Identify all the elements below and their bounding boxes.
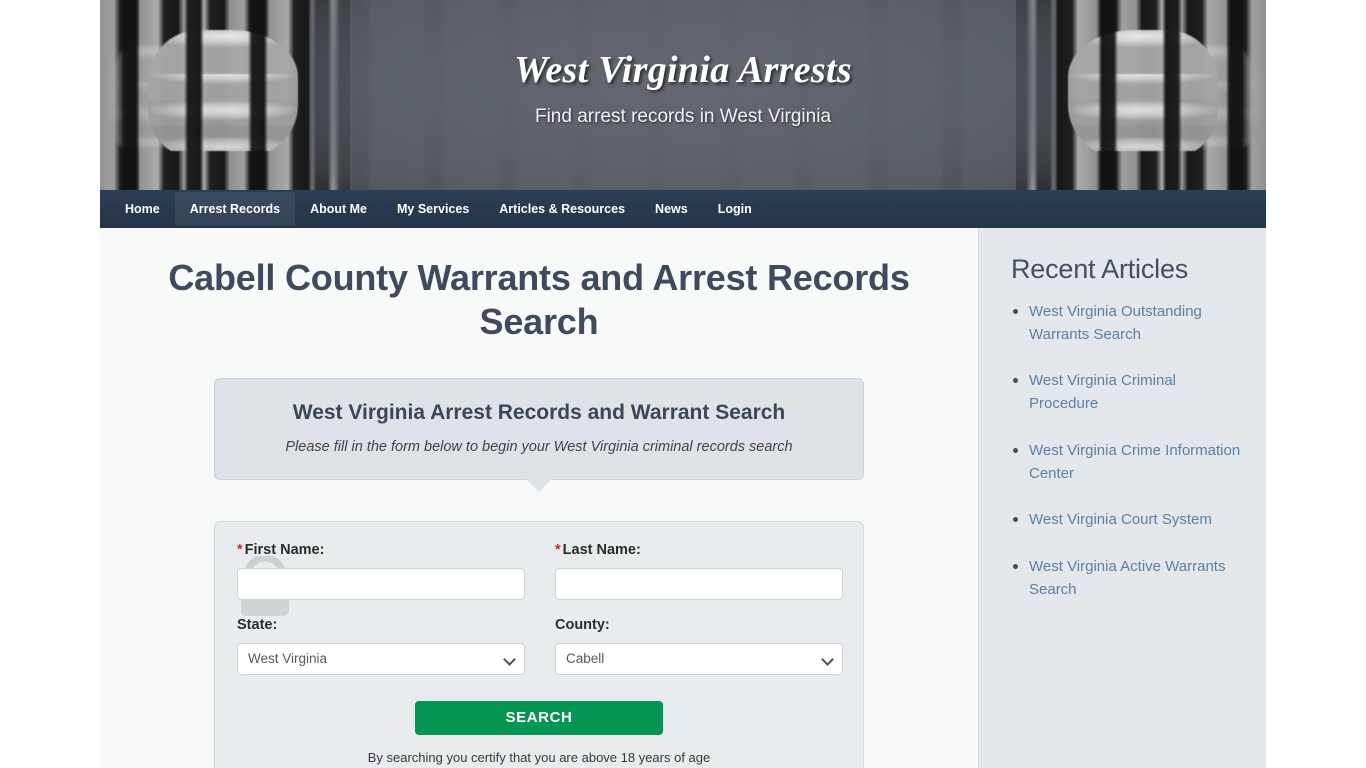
list-item: West Virginia Criminal Procedure: [1011, 370, 1244, 415]
list-item: West Virginia Outstanding Warrants Searc…: [1011, 301, 1244, 346]
search-form-panel: * First Name: * Last Name: State: West V…: [214, 520, 864, 768]
site-tagline: Find arrest records in West Virginia: [534, 106, 832, 127]
masthead-content: West Virginia Arrests Find arrest record…: [100, 0, 1266, 190]
search-button[interactable]: SEARCH: [415, 700, 663, 735]
site-title: West Virginia Arrests: [514, 49, 852, 91]
first-name-label-text: First Name:: [244, 541, 325, 558]
list-item: West Virginia Court System: [1011, 509, 1244, 532]
sidebar-article-link-3[interactable]: West Virginia Crime Information Center: [1029, 442, 1240, 482]
sidebar-title: Recent Articles: [1011, 254, 1189, 284]
sidebar: Recent Articles West Virginia Outstandin…: [978, 228, 1266, 768]
required-star-last-name: *: [555, 541, 561, 558]
nav-item-arrest-records[interactable]: Arrest Records: [174, 192, 296, 226]
callout-wrapper: West Virginia Arrest Records and Warrant…: [214, 377, 864, 493]
list-item: West Virginia Crime Information Center: [1011, 440, 1244, 485]
county-field-group: County: Cabell: [555, 617, 843, 675]
county-select[interactable]: Cabell: [555, 642, 843, 675]
first-name-input[interactable]: [237, 567, 525, 600]
age-disclaimer: By searching you certify that you are ab…: [367, 749, 711, 765]
nav-item-about-me[interactable]: About Me: [295, 192, 382, 226]
location-fields-row: State: West Virginia County: Cabell: [237, 617, 843, 675]
main-navigation: Home Arrest Records About Me My Services…: [100, 190, 1266, 228]
county-select-wrapper: Cabell: [555, 642, 843, 675]
last-name-label: * Last Name:: [555, 542, 843, 558]
state-select-wrapper: West Virginia: [237, 642, 525, 675]
sidebar-article-link-5[interactable]: West Virginia Active Warrants Search: [1029, 558, 1225, 598]
sidebar-article-link-1[interactable]: West Virginia Outstanding Warrants Searc…: [1029, 303, 1202, 343]
search-button-row: SEARCH: [237, 700, 841, 735]
callout-pointer: [525, 477, 553, 492]
main-content: Cabell County Warrants and Arrest Record…: [100, 228, 978, 768]
sidebar-article-link-4[interactable]: West Virginia Court System: [1029, 511, 1212, 528]
page-container: West Virginia Arrests Find arrest record…: [100, 0, 1266, 768]
body-wrapper: Cabell County Warrants and Arrest Record…: [100, 228, 1266, 768]
nav-item-home[interactable]: Home: [110, 192, 175, 226]
nav-item-articles-resources[interactable]: Articles & Resources: [484, 192, 640, 226]
nav-item-login[interactable]: Login: [703, 192, 767, 226]
last-name-field-group: * Last Name:: [555, 542, 843, 600]
search-callout-box: West Virginia Arrest Records and Warrant…: [214, 377, 864, 480]
required-star-first-name: *: [237, 541, 243, 558]
callout-title: West Virginia Arrest Records and Warrant…: [292, 400, 786, 424]
state-field-group: State: West Virginia: [237, 617, 525, 675]
county-label: County:: [555, 616, 610, 633]
site-masthead: West Virginia Arrests Find arrest record…: [100, 0, 1266, 190]
callout-subtitle: Please fill in the form below to begin y…: [285, 438, 793, 455]
recent-articles-list: West Virginia Outstanding Warrants Searc…: [1011, 301, 1244, 601]
name-fields-row: * First Name: * Last Name:: [237, 542, 843, 600]
sidebar-article-link-2[interactable]: West Virginia Criminal Procedure: [1029, 372, 1176, 412]
first-name-field-group: * First Name:: [237, 542, 525, 600]
state-label: State:: [237, 616, 278, 633]
last-name-label-text: Last Name:: [562, 541, 641, 558]
first-name-label: * First Name:: [237, 542, 525, 558]
nav-item-news[interactable]: News: [640, 192, 703, 226]
list-item: West Virginia Active Warrants Search: [1011, 556, 1244, 601]
state-select[interactable]: West Virginia: [237, 642, 525, 675]
last-name-input[interactable]: [555, 567, 843, 600]
page-title: Cabell County Warrants and Arrest Record…: [168, 257, 910, 342]
nav-item-my-services[interactable]: My Services: [382, 192, 484, 226]
